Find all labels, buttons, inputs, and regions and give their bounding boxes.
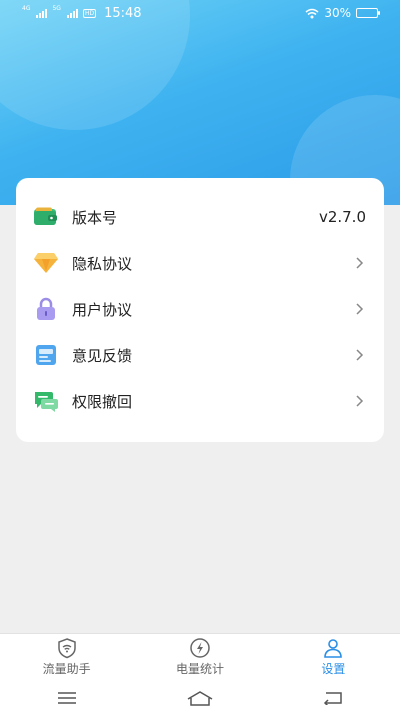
menu-button[interactable] — [52, 688, 82, 708]
tab-label: 电量统计 — [175, 662, 224, 676]
bottom-tab-bar: 流量助手 电量统计 设置 — [0, 633, 400, 680]
chevron-right-icon — [356, 349, 364, 361]
settings-row-label: 隐私协议 — [72, 254, 133, 273]
tab-battery-stats[interactable]: 电量统计 — [133, 634, 266, 680]
chevron-right-icon — [356, 303, 364, 315]
battery-icon — [356, 8, 380, 18]
lock-icon — [32, 295, 60, 323]
network-label: 4G — [22, 4, 31, 12]
settings-row-feedback[interactable]: 意见反馈 — [16, 332, 384, 378]
wifi-shield-icon — [57, 638, 76, 659]
hd-badge: HD — [82, 8, 97, 18]
signal-icon — [66, 8, 78, 18]
settings-row-privacy[interactable]: 隐私协议 — [16, 240, 384, 286]
chevron-right-icon — [356, 395, 364, 407]
status-right: 30% — [305, 6, 380, 20]
diamond-icon — [32, 249, 60, 277]
tab-label: 流量助手 — [42, 662, 91, 676]
chat-bubbles-icon — [32, 387, 60, 415]
home-button[interactable] — [185, 688, 215, 708]
version-value: v2.7.0 — [318, 208, 366, 226]
back-button[interactable] — [318, 688, 348, 708]
signal-icon — [36, 8, 48, 18]
status-left: 4G 5G HD 15:48 — [22, 4, 142, 21]
battery-percent: 30% — [324, 6, 351, 20]
settings-row-label: 版本号 — [72, 208, 118, 227]
settings-row-revoke-permissions[interactable]: 权限撤回 — [16, 378, 384, 424]
settings-row-label: 权限撤回 — [72, 392, 133, 411]
clock: 15:48 — [104, 5, 142, 21]
network-label: 5G — [52, 4, 61, 12]
wifi-icon — [305, 8, 319, 18]
feedback-card-icon — [32, 341, 60, 369]
tab-settings[interactable]: 设置 — [267, 634, 400, 680]
tab-label: 设置 — [321, 662, 346, 676]
settings-row-user-agreement[interactable]: 用户协议 — [16, 286, 384, 332]
settings-row-label: 意见反馈 — [72, 346, 133, 365]
settings-row-version[interactable]: 版本号 v2.7.0 — [16, 194, 384, 240]
header-background — [0, 0, 400, 205]
wallet-icon — [32, 203, 60, 231]
user-icon — [324, 639, 343, 658]
system-navigation-bar — [0, 680, 400, 715]
chevron-right-icon — [356, 257, 364, 269]
tab-traffic-assistant[interactable]: 流量助手 — [0, 634, 133, 680]
back-icon — [324, 691, 343, 705]
menu-icon — [57, 691, 76, 704]
status-bar: 4G 5G HD 15:48 30% — [0, 0, 400, 26]
settings-card: 版本号 v2.7.0 隐私协议 用户协议 意见反馈 权限撤回 — [16, 178, 384, 442]
home-icon — [187, 690, 213, 706]
settings-row-label: 用户协议 — [72, 300, 133, 319]
charge-icon — [190, 638, 210, 658]
